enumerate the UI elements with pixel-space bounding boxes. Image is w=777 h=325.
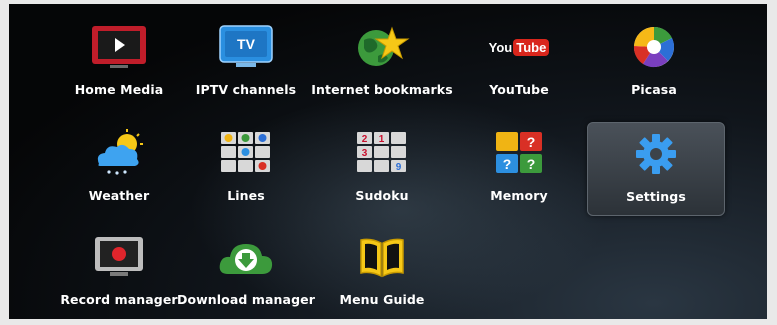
menu-item-sudoku[interactable]: 2 1 3 9 Sudoku — [312, 124, 452, 216]
menu-item-memory[interactable]: ? ? ? Memory — [449, 124, 589, 216]
book-icon — [350, 228, 414, 286]
menu-item-label: Settings — [626, 189, 686, 204]
sudoku-icon: 2 1 3 9 — [350, 124, 414, 182]
menu-item-picasa[interactable]: Picasa — [584, 18, 724, 110]
youtube-icon: You Tube — [487, 18, 551, 76]
menu-item-label: Picasa — [631, 82, 677, 97]
menu-item-label: Weather — [88, 188, 150, 203]
sudoku-digit: 1 — [379, 134, 385, 145]
sudoku-digit: 3 — [362, 148, 368, 159]
menu-item-label: Menu Guide — [339, 292, 425, 307]
menu-item-weather[interactable]: Weather — [49, 124, 189, 216]
menu-item-lines[interactable]: Lines — [176, 124, 316, 216]
memory-question-mark: ? — [527, 156, 536, 172]
memory-question-mark: ? — [527, 134, 536, 150]
menu-item-record-manager[interactable]: Record manager — [49, 228, 189, 319]
record-icon — [87, 228, 151, 286]
sudoku-digit: 9 — [396, 162, 402, 173]
menu-item-label: Internet bookmarks — [311, 82, 453, 97]
menu-item-label: Memory — [490, 188, 548, 203]
download-cloud-icon — [214, 228, 278, 286]
menu-item-label: Sudoku — [355, 188, 409, 203]
app-menu-screen: Home Media TV IPTV channels Internet boo… — [9, 4, 767, 319]
sudoku-digit: 2 — [362, 134, 368, 145]
menu-item-download-manager[interactable]: Download manager — [176, 228, 316, 319]
menu-item-label: Home Media — [74, 82, 164, 97]
weather-icon — [87, 124, 151, 182]
menu-item-label: YouTube — [489, 82, 549, 97]
tv-icon: TV — [214, 18, 278, 76]
menu-item-label: Download manager — [176, 292, 315, 307]
menu-item-iptv-channels[interactable]: TV IPTV channels — [176, 18, 316, 110]
gear-icon — [624, 125, 688, 183]
menu-item-youtube[interactable]: You Tube YouTube — [449, 18, 589, 110]
menu-item-label: Record manager — [60, 292, 178, 307]
memory-question-mark: ? — [503, 156, 512, 172]
lines-game-icon — [214, 124, 278, 182]
menu-item-home-media[interactable]: Home Media — [49, 18, 189, 110]
picasa-icon — [622, 18, 686, 76]
home-media-icon — [87, 18, 151, 76]
menu-item-label: Lines — [227, 188, 265, 203]
globe-star-icon — [350, 18, 414, 76]
youtube-you-text: You — [488, 39, 513, 55]
menu-item-menu-guide[interactable]: Menu Guide — [312, 228, 452, 319]
menu-item-label: IPTV channels — [195, 82, 297, 97]
menu-item-settings[interactable]: Settings — [587, 122, 725, 216]
tv-icon-text: TV — [237, 36, 256, 52]
memory-game-icon: ? ? ? — [487, 124, 551, 182]
menu-item-internet-bookmarks[interactable]: Internet bookmarks — [311, 18, 453, 110]
youtube-tube-text: Tube — [513, 38, 550, 56]
